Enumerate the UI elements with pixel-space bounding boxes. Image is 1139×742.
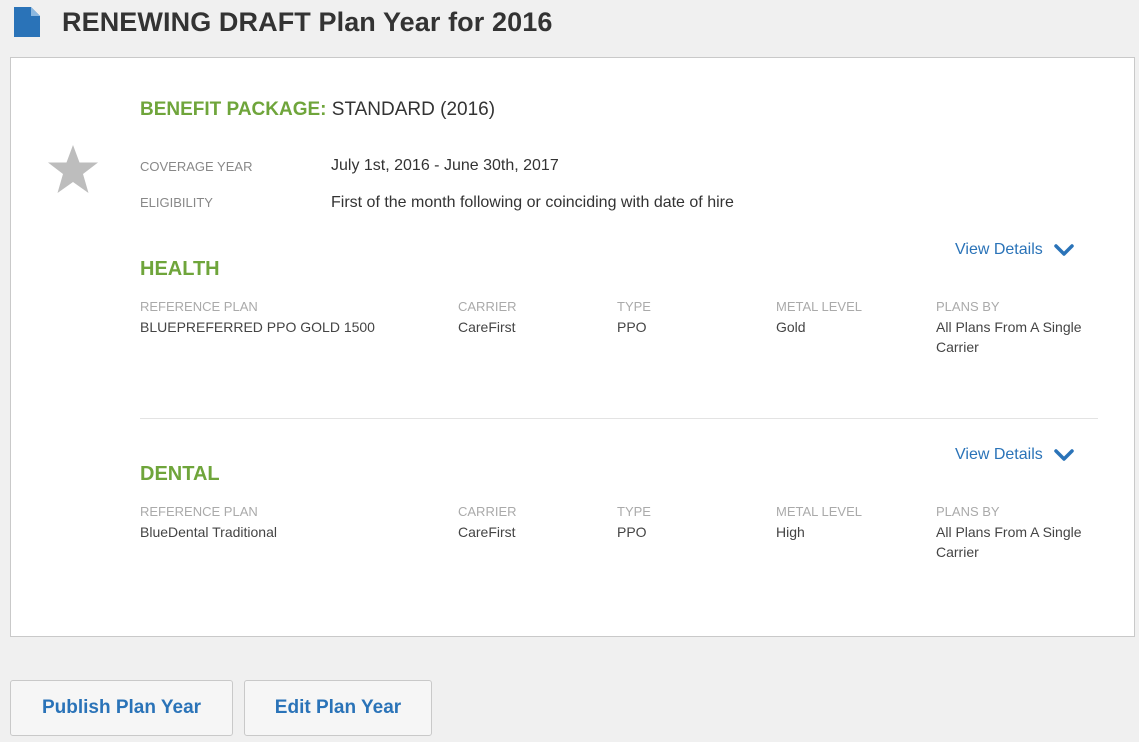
publish-plan-year-button[interactable]: Publish Plan Year (10, 680, 233, 736)
dental-view-details-label: View Details (955, 446, 1043, 463)
dental-section-title: DENTAL (140, 463, 220, 485)
health-plans-by-header: PLANS BY (936, 299, 1000, 314)
dental-carrier-value: CareFirst (458, 524, 516, 540)
health-section-title: HEALTH (140, 258, 220, 280)
page-title: RENEWING DRAFT Plan Year for 2016 (62, 6, 553, 37)
eligibility-label: ELIGIBILITY (140, 195, 213, 210)
health-reference-plan-value: BLUEPREFERRED PPO GOLD 1500 (140, 319, 375, 335)
benefit-package-name: STANDARD (2016) (331, 99, 496, 120)
document-icon (14, 7, 40, 37)
edit-plan-year-button[interactable]: Edit Plan Year (244, 680, 432, 736)
dental-reference-plan-value: BlueDental Traditional (140, 524, 277, 540)
health-carrier-header: CARRIER (458, 299, 517, 314)
dental-plans-by-header: PLANS BY (936, 504, 1000, 519)
health-view-details-link[interactable]: View Details (955, 241, 1075, 259)
health-plans-by-value: All Plans From A Single Carrier (936, 317, 1082, 357)
dental-view-details-link[interactable]: View Details (955, 446, 1075, 464)
star-icon[interactable] (47, 144, 99, 194)
chevron-down-icon (1054, 244, 1074, 256)
page-header: RENEWING DRAFT Plan Year for 2016 (14, 4, 552, 40)
health-reference-plan-header: REFERENCE PLAN (140, 299, 258, 314)
health-metal-level-header: METAL LEVEL (776, 299, 862, 314)
dental-metal-level-header: METAL LEVEL (776, 504, 862, 519)
dental-plans-by-value: All Plans From A Single Carrier (936, 522, 1082, 562)
dental-reference-plan-header: REFERENCE PLAN (140, 504, 258, 519)
coverage-year-value: July 1st, 2016 - June 30th, 2017 (331, 157, 559, 174)
health-metal-level-value: Gold (776, 319, 806, 335)
dental-metal-level-value: High (776, 524, 805, 540)
health-plans-by-line-1: All Plans From A Single (936, 319, 1082, 335)
dental-plans-by-line-2: Carrier (936, 544, 979, 560)
dental-type-header: TYPE (617, 504, 651, 519)
dental-plans-by-line-1: All Plans From A Single (936, 524, 1082, 540)
health-type-value: PPO (617, 319, 647, 335)
dental-carrier-header: CARRIER (458, 504, 517, 519)
section-divider (140, 418, 1098, 419)
eligibility-value: First of the month following or coincidi… (331, 194, 734, 211)
chevron-down-icon (1054, 449, 1074, 461)
dental-type-value: PPO (617, 524, 647, 540)
benefit-package-heading: BENEFIT PACKAGE: STANDARD (2016) (140, 99, 495, 121)
health-carrier-value: CareFirst (458, 319, 516, 335)
health-type-header: TYPE (617, 299, 651, 314)
benefit-package-label: BENEFIT PACKAGE: (140, 99, 327, 120)
coverage-year-label: COVERAGE YEAR (140, 159, 253, 174)
health-view-details-label: View Details (955, 241, 1043, 258)
benefit-package-card: BENEFIT PACKAGE: STANDARD (2016) COVERAG… (10, 57, 1135, 637)
health-plans-by-line-2: Carrier (936, 339, 979, 355)
